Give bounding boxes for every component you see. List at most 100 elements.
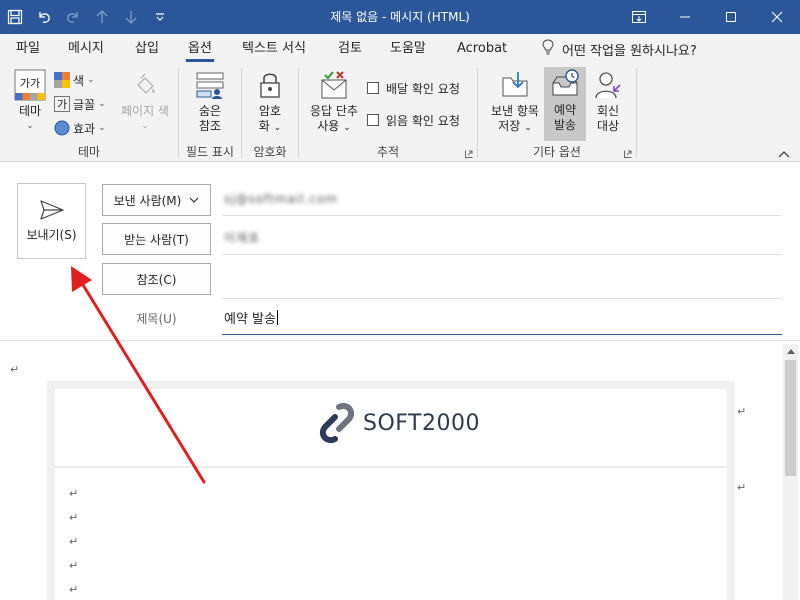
minimize-icon[interactable]	[662, 0, 708, 34]
subject-field[interactable]: 예약 발송	[222, 301, 782, 335]
soft2000-logo: SOFT2000	[317, 403, 480, 443]
ribbon-display-icon[interactable]	[616, 0, 662, 34]
signature-card: SOFT2000 ↵ ↵ ↵ ↵ ↵	[47, 381, 735, 600]
fonts-button[interactable]: 가 글꼴 ⌄	[54, 94, 106, 114]
delay-delivery-button[interactable]: 예약 발송	[544, 67, 586, 141]
cc-field[interactable]	[222, 265, 782, 299]
theme-button[interactable]: 가가 테마 ⌄	[10, 68, 50, 134]
voting-label-line2: 사용 ⌄	[317, 119, 351, 133]
maximize-icon[interactable]	[708, 0, 754, 34]
tab-insert[interactable]: 삽입	[135, 34, 159, 64]
paragraph-mark: ↵	[69, 535, 79, 548]
to-field[interactable]: 이재호	[222, 221, 782, 255]
save-sent-item-button[interactable]: 보낸 항목 저장 ⌄	[484, 68, 546, 136]
ribbon: 가가 테마 ⌄ 색 ⌄ 가 글꼴 ⌄ 효과 ⌄ 페이지 색 ⌄ 테마 숨은 참조…	[0, 64, 800, 162]
delay-label-line1: 예약	[553, 103, 577, 117]
direct-replies-button[interactable]: 회신 대상	[588, 68, 628, 134]
delivery-receipt-checkbox[interactable]: 배달 확인 요청	[367, 78, 460, 98]
from-field[interactable]: sj@softmail.com	[222, 182, 782, 216]
chevron-down-icon	[189, 197, 199, 203]
reply-label-line2: 대상	[596, 119, 620, 133]
read-receipt-checkbox[interactable]: 읽음 확인 요청	[367, 110, 460, 130]
subject-value: 예약 발송	[224, 312, 276, 327]
send-label: 보내기(S)	[26, 227, 77, 242]
quick-access-toolbar	[0, 0, 174, 34]
paragraph-mark: ↵	[69, 583, 79, 596]
scroll-thumb[interactable]	[785, 360, 796, 476]
page-color-button: 페이지 색 ⌄	[115, 68, 175, 134]
up-arrow-icon	[87, 0, 116, 34]
save-sent-icon	[498, 68, 532, 102]
tab-help[interactable]: 도움말	[390, 34, 426, 64]
group-divider	[636, 68, 637, 158]
down-arrow-icon	[116, 0, 145, 34]
tab-message[interactable]: 메시지	[68, 34, 104, 64]
tab-acrobat[interactable]: Acrobat	[457, 34, 507, 64]
voting-icon	[317, 68, 351, 102]
page-color-label: 페이지 색	[121, 104, 169, 118]
dialog-launcher-icon[interactable]	[624, 150, 632, 158]
to-value: 이재호	[224, 231, 261, 245]
undo-icon[interactable]	[29, 0, 58, 34]
paragraph-mark: ↵	[69, 559, 79, 572]
send-icon	[39, 199, 64, 220]
voting-buttons-button[interactable]: 응답 단추 사용 ⌄	[305, 68, 363, 136]
to-button[interactable]: 받는 사람(T)	[102, 223, 211, 255]
effects-label: 효과	[73, 121, 96, 136]
tab-review[interactable]: 검토	[338, 34, 362, 64]
fonts-label: 글꼴	[73, 97, 96, 112]
subject-label: 제목(U)	[136, 311, 177, 326]
save-icon[interactable]	[0, 0, 29, 34]
message-body[interactable]: ↵ ↵ ↵ SOFT2000 ↵ ↵ ↵ ↵ ↵	[0, 340, 800, 600]
encrypt-group: 암호 화 ⌄ 암호화	[242, 64, 298, 162]
theme-group-label: 테마	[77, 145, 101, 159]
from-button[interactable]: 보낸 사람(M)	[102, 184, 211, 216]
save-sent-label-line2: 저장 ⌄	[498, 119, 532, 133]
voting-label-line1: 응답 단추	[310, 104, 358, 118]
tab-options[interactable]: 옵션	[186, 34, 214, 64]
collapse-ribbon-icon[interactable]	[778, 149, 790, 159]
encrypt-label-line1: 암호	[258, 104, 282, 118]
redo-icon	[58, 0, 87, 34]
tracking-group: 응답 단추 사용 ⌄ 배달 확인 요청 읽음 확인 요청 추적	[299, 64, 477, 162]
encrypt-label-line2: 화 ⌄	[258, 119, 282, 133]
tell-me-text: 어떤 작업을 원하시나요?	[562, 43, 697, 59]
scroll-up-icon[interactable]	[783, 344, 798, 358]
from-label: 보낸 사람(M)	[113, 193, 182, 208]
vertical-scrollbar[interactable]	[783, 344, 798, 600]
show-fields-group: 숨은 참조 필드 표시	[179, 64, 241, 162]
customize-qat-icon[interactable]	[145, 0, 174, 34]
cc-button[interactable]: 참조(C)	[102, 263, 211, 295]
colors-icon	[54, 72, 70, 88]
lightbulb-icon	[542, 39, 554, 59]
tell-me-box[interactable]: 어떤 작업을 원하시나요?	[542, 34, 697, 64]
to-label: 받는 사람(T)	[124, 232, 189, 247]
more-options-group: 보낸 항목 저장 ⌄ 예약 발송 회신 대상 기타 옵션	[478, 64, 636, 162]
tab-format-text[interactable]: 텍스트 서식	[242, 34, 306, 64]
theme-group: 가가 테마 ⌄ 색 ⌄ 가 글꼴 ⌄ 효과 ⌄ 페이지 색 ⌄ 테마	[0, 64, 178, 162]
chevron-down-icon: ⌄	[26, 121, 34, 131]
from-value: sj@softmail.com	[224, 191, 339, 206]
paragraph-mark: ↵	[69, 487, 79, 500]
send-button[interactable]: 보내기(S)	[17, 183, 86, 259]
more-options-group-label: 기타 옵션	[533, 145, 581, 159]
bcc-label-line1: 숨은	[198, 104, 222, 118]
colors-button[interactable]: 색 ⌄	[54, 70, 95, 90]
paragraph-mark: ↵	[69, 511, 79, 524]
paragraph-mark: ↵	[737, 405, 747, 418]
signature-card-inner: SOFT2000 ↵ ↵ ↵ ↵ ↵	[55, 389, 727, 600]
checkbox-icon	[367, 82, 379, 94]
dialog-launcher-icon[interactable]	[465, 150, 473, 158]
reply-label-line1: 회신	[596, 104, 620, 118]
title-bar: 제목 없음 - 메시지 (HTML)	[0, 0, 800, 34]
effects-icon	[54, 120, 70, 136]
bcc-button[interactable]: 숨은 참조	[187, 68, 233, 134]
encrypt-button[interactable]: 암호 화 ⌄	[252, 68, 288, 136]
tab-file[interactable]: 파일	[16, 34, 40, 64]
colors-label: 색	[73, 73, 85, 88]
close-icon[interactable]	[754, 0, 800, 34]
logo-text: SOFT2000	[363, 410, 480, 436]
bcc-icon	[193, 68, 227, 102]
effects-button[interactable]: 효과 ⌄	[54, 118, 106, 138]
delay-label-line2: 발송	[553, 118, 577, 132]
